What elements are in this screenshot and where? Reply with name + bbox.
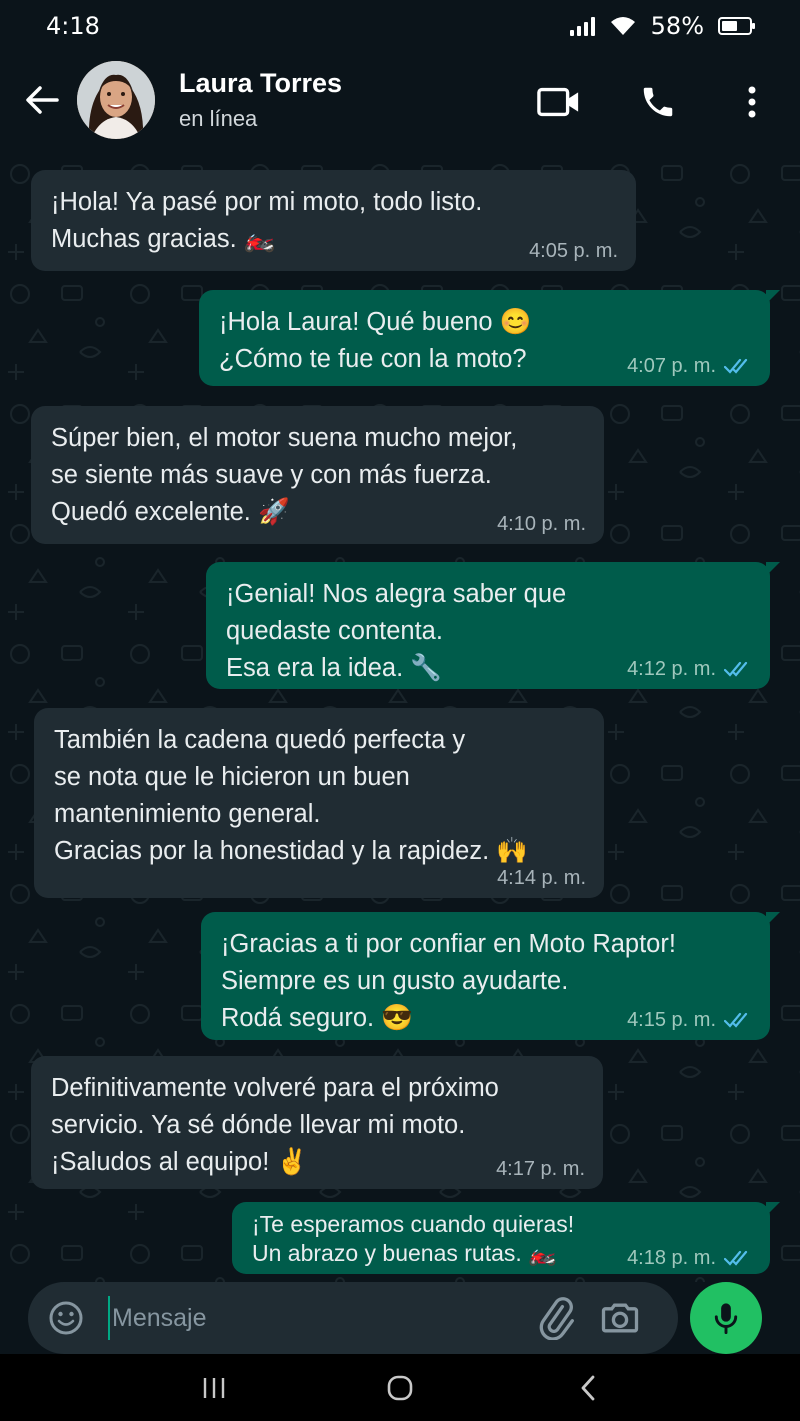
message-composer (0, 1282, 800, 1354)
message-time: 4:17 p. m. (496, 1158, 585, 1180)
message-meta: 4:14 p. m. (497, 866, 586, 890)
system-back-button[interactable] (568, 1372, 608, 1404)
battery-percent: 58% (650, 12, 704, 40)
phone-icon (643, 87, 673, 117)
contact-name[interactable]: Laura Torres (179, 68, 342, 99)
battery-level (722, 21, 737, 31)
emoji-button[interactable] (46, 1298, 86, 1338)
double-check-icon (724, 1250, 748, 1266)
wifi-icon (610, 17, 635, 35)
message-meta: 4:07 p. m. (627, 354, 752, 378)
arrow-left-icon (26, 86, 59, 114)
message-meta: 4:10 p. m. (497, 512, 586, 536)
message-meta: 4:17 p. m. (496, 1157, 585, 1181)
message-meta: 4:15 p. m. (627, 1008, 752, 1032)
bubble-tail (766, 562, 780, 576)
video-call-icon (537, 87, 579, 117)
voice-message-button[interactable] (690, 1282, 762, 1354)
back-button[interactable] (20, 78, 64, 122)
battery-icon (718, 17, 755, 35)
message-meta: 4:18 p. m. (627, 1246, 752, 1270)
message-incoming[interactable]: También la cadena quedó perfecta y se no… (34, 708, 604, 898)
message-outgoing[interactable]: ¡Gracias a ti por confiar en Moto Raptor… (201, 912, 780, 1040)
message-time: 4:15 p. m. (627, 1009, 716, 1031)
double-check-icon (724, 661, 748, 677)
nav-back-icon (581, 1375, 595, 1401)
menu-button[interactable] (730, 80, 774, 124)
message-time: 4:14 p. m. (497, 867, 586, 889)
message-outgoing[interactable]: ¡Hola Laura! Qué bueno 😊 ¿Cómo te fue co… (199, 290, 780, 386)
bubble-tail (766, 290, 780, 304)
chat-header: Laura Torres en línea (0, 56, 800, 152)
message-outgoing[interactable]: ¡Genial! Nos alegra saber que quedaste c… (206, 562, 780, 689)
avatar-image (77, 61, 155, 139)
message-incoming[interactable]: Súper bien, el motor suena mucho mejor, … (31, 406, 604, 544)
message-time: 4:07 p. m. (627, 355, 716, 377)
message-meta: 4:12 p. m. (627, 657, 752, 681)
status-time: 4:18 (46, 12, 100, 40)
message-meta: 4:05 p. m. (529, 239, 618, 263)
message-time: 4:05 p. m. (529, 240, 618, 262)
video-call-button[interactable] (537, 80, 581, 124)
message-time: 4:10 p. m. (497, 513, 586, 535)
paperclip-icon (539, 1297, 574, 1341)
double-check-icon (724, 358, 748, 374)
message-time: 4:12 p. m. (627, 658, 716, 680)
emoji-icon (49, 1301, 83, 1335)
camera-button[interactable] (598, 1296, 642, 1340)
bubble-tail (766, 1202, 780, 1216)
status-bar: 4:18 58% (0, 0, 800, 56)
system-nav-bar (0, 1354, 800, 1421)
more-vertical-icon (748, 86, 756, 118)
message-incoming[interactable]: Definitivamente volveré para el próximo … (31, 1056, 603, 1189)
message-input[interactable] (108, 1296, 508, 1340)
status-icons: 58% (569, 12, 755, 40)
signal-icon (569, 16, 595, 36)
message-text: También la cadena quedó perfecta y se no… (54, 726, 528, 865)
contact-status: en línea (179, 106, 258, 131)
double-check-icon (724, 1012, 748, 1028)
bubble-tail (766, 912, 780, 926)
home-button[interactable] (380, 1372, 420, 1404)
attach-button[interactable] (534, 1296, 578, 1341)
message-outgoing[interactable]: ¡Te esperamos cuando quieras! Un abrazo … (232, 1202, 780, 1274)
message-incoming[interactable]: ¡Hola! Ya pasé por mi moto, todo listo. … (31, 170, 636, 271)
microphone-icon (714, 1303, 738, 1335)
message-input-box[interactable] (28, 1282, 678, 1354)
avatar[interactable] (77, 61, 155, 139)
message-time: 4:18 p. m. (627, 1247, 716, 1269)
recents-button[interactable] (194, 1372, 234, 1404)
camera-icon (601, 1303, 639, 1333)
recents-icon (203, 1378, 225, 1398)
voice-call-button[interactable] (636, 80, 680, 124)
home-icon (387, 1375, 413, 1401)
chat-area[interactable]: ¡Hola! Ya pasé por mi moto, todo listo. … (0, 152, 800, 1282)
